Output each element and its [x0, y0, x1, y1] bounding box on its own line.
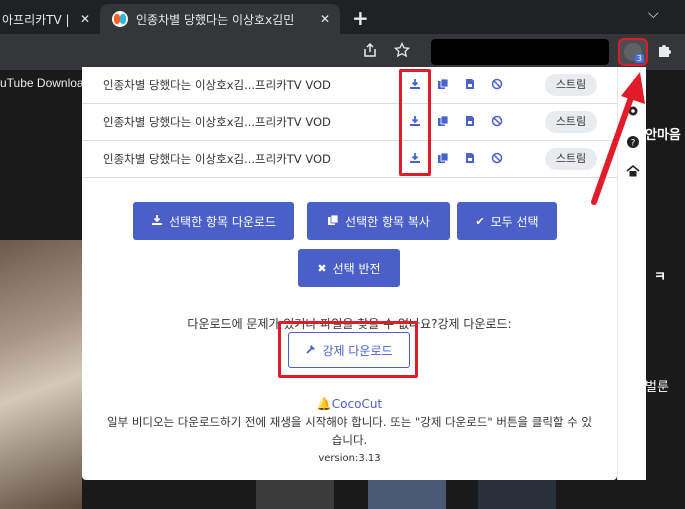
tab-close-button[interactable]: ✕ [316, 4, 340, 34]
browser-toolbar: 3 [0, 34, 685, 70]
version-label: version:3.13 [318, 453, 381, 464]
video-row: 인종차별 당했다는 이상호x김...프리카TV VOD 스트림 [82, 104, 617, 141]
cococut-extension-button[interactable]: 3 [618, 38, 648, 66]
gear-icon[interactable] [626, 104, 640, 118]
playback-note: 일부 비디오는 다운로드하기 전에 재생을 시작해야 합니다. 또는 "강제 다… [107, 415, 592, 447]
block-icon[interactable] [490, 115, 504, 129]
block-icon[interactable] [490, 78, 504, 92]
copy-icon[interactable] [436, 152, 450, 166]
extensions-puzzle-icon[interactable] [656, 43, 672, 59]
extension-count-badge: 3 [634, 54, 644, 63]
page-side-text: 안마음 [645, 128, 681, 143]
close-icon: ✕ [79, 12, 91, 26]
popup-sidebar: ? [617, 67, 646, 480]
new-tab-button[interactable]: + [352, 6, 369, 30]
brand-link[interactable]: 🔔CocoCut [82, 397, 617, 411]
download-selected-label: 선택한 항목 다운로드 [169, 214, 276, 229]
video-name: 인종차별 당했다는 이상호x김...프리카TV VOD [103, 115, 331, 129]
video-row: 인종차별 당했다는 이상호x김...프리카TV VOD 스트림 [82, 141, 617, 178]
file-icon[interactable] [463, 115, 477, 129]
bookmark-youtube-downloader[interactable]: uTube Downloa [0, 76, 84, 90]
copy-icon[interactable] [436, 115, 450, 129]
video-thumbnail[interactable] [256, 478, 334, 509]
video-row: 인종차별 당했다는 이상호x김...프리카TV VOD 스트림 [82, 67, 617, 104]
tab-active[interactable]: 인종차별 당했다는 이상호x김민 [100, 4, 340, 34]
copy-icon[interactable] [436, 78, 450, 92]
invert-selection-label: 선택 반전 [332, 261, 381, 276]
pin-icon[interactable] [626, 77, 640, 91]
share-icon[interactable] [362, 42, 378, 62]
video-thumbnail[interactable] [0, 240, 82, 509]
cococut-favicon-icon [112, 11, 128, 27]
copy-icon [327, 214, 339, 229]
file-icon[interactable] [463, 152, 477, 166]
stream-button[interactable]: 스트림 [545, 148, 597, 170]
cococut-popup: 인종차별 당했다는 이상호x김...프리카TV VOD 스트림 인종차별 당했다… [82, 67, 617, 480]
tab-title: 인종차별 당했다는 이상호x김민 [136, 12, 295, 27]
page-side-text: 벌룬 [645, 380, 669, 395]
video-thumbnail[interactable] [368, 478, 446, 509]
stream-button[interactable]: 스트림 [545, 111, 597, 133]
force-download-highlight [278, 321, 418, 378]
bell-icon: 🔔 [316, 397, 332, 411]
copy-selected-label: 선택한 항목 복사 [345, 214, 430, 229]
brand-name: CocoCut [331, 397, 383, 411]
download-column-highlight [399, 69, 431, 176]
download-icon [151, 214, 163, 229]
tab-strip: 아프리카TV | 인종차별 당했다는 이상호x김민 ✕ ✕ + ⌵ [0, 0, 685, 34]
video-thumbnail[interactable] [478, 478, 556, 509]
close-icon: ✕ [319, 12, 331, 26]
tab-search-button[interactable]: ⌵ [648, 6, 659, 22]
check-icon: ✔ [475, 214, 485, 228]
svg-text:?: ? [631, 139, 636, 149]
stream-button[interactable]: 스트림 [545, 74, 597, 96]
address-bar[interactable] [431, 39, 609, 65]
home-icon[interactable] [626, 164, 640, 178]
invert-selection-button[interactable]: ✖ 선택 반전 [298, 249, 400, 287]
help-icon[interactable]: ? [626, 135, 640, 149]
block-icon[interactable] [490, 152, 504, 166]
tab-close-button[interactable]: ✕ [76, 4, 100, 34]
select-all-label: 모두 선택 [490, 214, 539, 229]
select-all-button[interactable]: ✔ 모두 선택 [457, 202, 557, 240]
bookmark-star-icon[interactable] [393, 41, 411, 62]
file-icon[interactable] [463, 78, 477, 92]
x-icon: ✖ [317, 261, 327, 275]
download-selected-button[interactable]: 선택한 항목 다운로드 [133, 202, 294, 240]
copy-selected-button[interactable]: 선택한 항목 복사 [307, 202, 450, 240]
video-name: 인종차별 당했다는 이상호x김...프리카TV VOD [103, 152, 331, 166]
page-side-text: ㅋ [654, 270, 666, 285]
video-name: 인종차별 당했다는 이상호x김...프리카TV VOD [103, 78, 331, 92]
